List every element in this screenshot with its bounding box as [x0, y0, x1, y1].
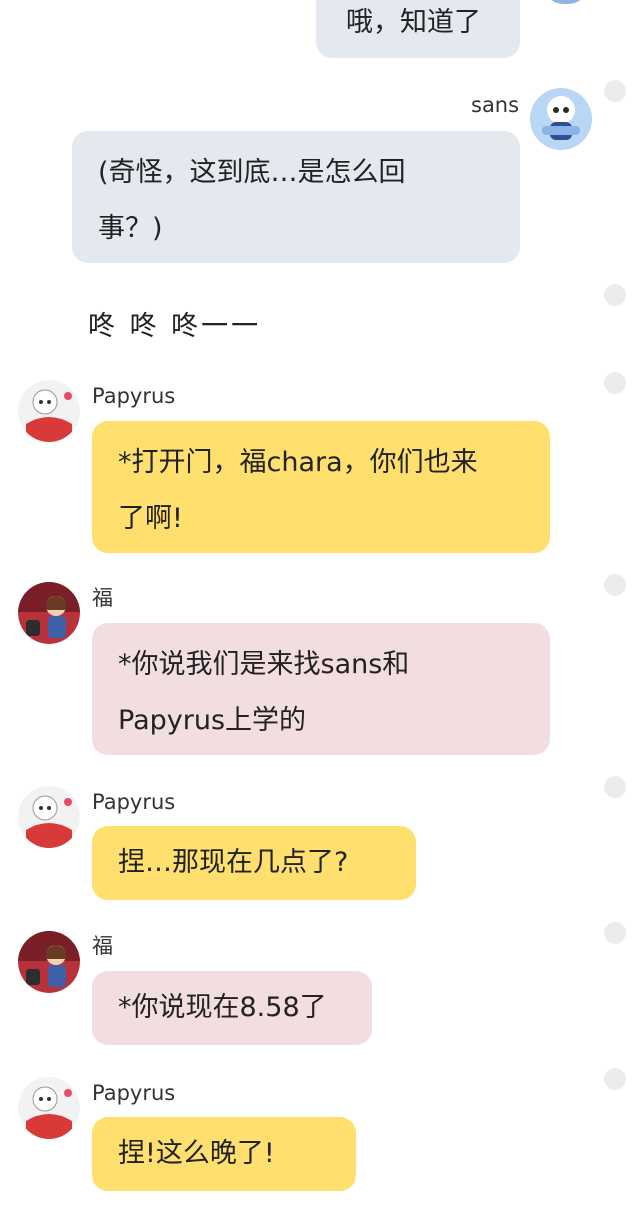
- message-text-line: *你说我们是来找sans和: [118, 649, 410, 680]
- message-text-line: Papyrus上学的: [118, 705, 307, 736]
- papyrus-avatar[interactable]: [18, 1077, 80, 1139]
- message-bubble[interactable]: *你说现在8.58了: [92, 971, 372, 1045]
- papyrus-avatar-image: [18, 1077, 80, 1139]
- sender-name: sans: [471, 93, 520, 117]
- message-bubble[interactable]: 捏…那现在几点了?: [92, 826, 416, 900]
- sender-name: Papyrus: [92, 384, 176, 408]
- sans-avatar[interactable]: [530, 88, 592, 150]
- message-text: *你说现在8.58了: [118, 992, 327, 1023]
- sender-name: Papyrus: [92, 1081, 176, 1105]
- select-circle[interactable]: [604, 80, 626, 102]
- message-bubble[interactable]: (奇怪，这到底…是怎么回 事？): [72, 131, 520, 263]
- papyrus-avatar-image: [18, 786, 80, 848]
- message-bubble[interactable]: *打开门，福chara，你们也来 了啊!: [92, 421, 550, 553]
- papyrus-avatar[interactable]: [18, 380, 80, 442]
- papyrus-avatar[interactable]: [18, 786, 80, 848]
- select-circle[interactable]: [604, 1068, 626, 1090]
- message-bubble[interactable]: *你说我们是来找sans和 Papyrus上学的: [92, 623, 550, 755]
- select-circle[interactable]: [604, 372, 626, 394]
- message-bubble[interactable]: 哦，知道了: [316, 0, 520, 58]
- message-text-line: 了啊!: [118, 503, 183, 534]
- select-circle[interactable]: [604, 776, 626, 798]
- papyrus-avatar-image: [18, 380, 80, 442]
- sender-name: 福: [92, 934, 113, 958]
- message-text-line: (奇怪，这到底…是怎么回: [98, 157, 406, 188]
- select-circle[interactable]: [604, 574, 626, 596]
- message-text-line: 事？): [98, 213, 163, 244]
- message-bubble[interactable]: 捏!这么晚了!: [92, 1117, 356, 1191]
- message-text-line: *打开门，福chara，你们也来: [118, 447, 478, 478]
- avatar[interactable]: [542, 0, 590, 4]
- sender-name: 福: [92, 586, 113, 610]
- fu-avatar-image: [18, 582, 80, 644]
- fu-avatar[interactable]: [18, 582, 80, 644]
- fu-avatar[interactable]: [18, 931, 80, 993]
- fu-avatar-image: [18, 931, 80, 993]
- message-text: 捏…那现在几点了?: [118, 847, 349, 878]
- message-text: 捏!这么晚了!: [118, 1138, 275, 1169]
- message-text: 哦，知道了: [346, 7, 481, 38]
- select-circle[interactable]: [604, 284, 626, 306]
- sender-name: Papyrus: [92, 790, 176, 814]
- sans-avatar-image: [530, 88, 592, 150]
- narration-text: 咚 咚 咚一一: [88, 311, 262, 342]
- select-circle[interactable]: [604, 922, 626, 944]
